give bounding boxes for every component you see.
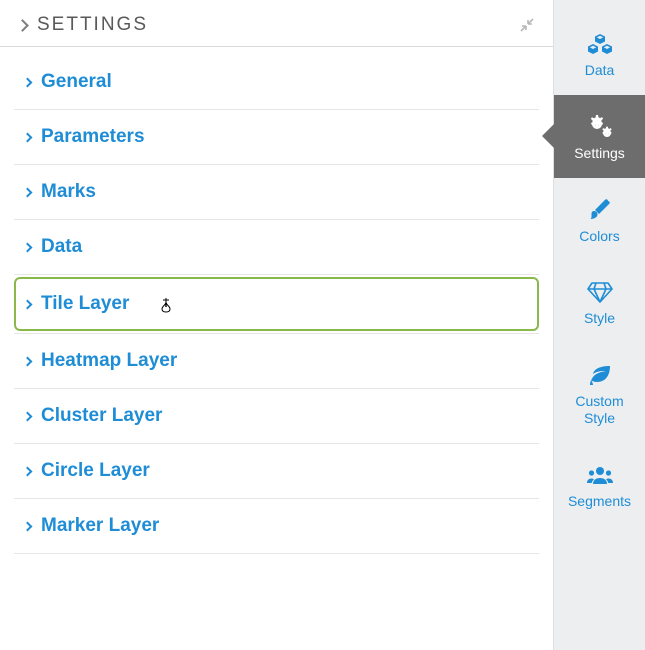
section-row: Cluster Layer <box>14 389 539 444</box>
tab-custom-style[interactable]: Custom Style <box>554 343 645 443</box>
section-label: Marks <box>41 181 96 203</box>
chevron-right-icon <box>23 132 33 142</box>
chevron-right-icon <box>23 466 33 476</box>
settings-panel: SETTINGS General Parameters Marks Data Tile … <box>0 0 553 650</box>
section-label: Marker Layer <box>41 515 159 537</box>
section-heatmap-layer[interactable]: Heatmap Layer <box>14 334 539 388</box>
section-circle-layer[interactable]: Circle Layer <box>14 444 539 498</box>
chevron-right-icon <box>16 19 29 32</box>
section-cluster-layer[interactable]: Cluster Layer <box>14 389 539 443</box>
section-list: General Parameters Marks Data Tile Layer Heat… <box>0 47 553 554</box>
tab-segments[interactable]: Segments <box>554 443 645 526</box>
chevron-right-icon <box>23 77 33 87</box>
section-row: Marker Layer <box>14 499 539 554</box>
section-row: Data <box>14 220 539 275</box>
section-label: Cluster Layer <box>41 405 162 427</box>
brush-icon <box>587 198 613 222</box>
section-row: Circle Layer <box>14 444 539 499</box>
section-general[interactable]: General <box>14 55 539 109</box>
section-row: Heatmap Layer <box>14 334 539 389</box>
tab-settings[interactable]: Settings <box>554 95 645 178</box>
settings-title: SETTINGS <box>37 14 148 36</box>
leaf-icon <box>587 363 613 387</box>
section-label: Tile Layer <box>41 293 129 315</box>
section-data[interactable]: Data <box>14 220 539 274</box>
chevron-right-icon <box>23 299 33 309</box>
section-label: General <box>41 71 112 93</box>
tab-label: Style <box>584 310 615 327</box>
chevron-right-icon <box>23 187 33 197</box>
section-row: General <box>14 55 539 110</box>
section-row: Tile Layer <box>14 277 539 334</box>
section-label: Parameters <box>41 126 145 148</box>
section-tile-layer[interactable]: Tile Layer <box>14 277 539 331</box>
section-label: Circle Layer <box>41 460 150 482</box>
gears-icon <box>587 115 613 139</box>
pointer-cursor-icon <box>160 297 178 317</box>
tab-colors[interactable]: Colors <box>554 178 645 261</box>
tab-label: Custom Style <box>558 393 641 427</box>
tab-label: Colors <box>579 228 619 245</box>
settings-header[interactable]: SETTINGS <box>0 0 553 47</box>
tab-label: Data <box>585 62 615 79</box>
section-row: Parameters <box>14 110 539 165</box>
side-tabs: Data Settings Colors Style Custom Style Segme… <box>553 0 645 650</box>
chevron-right-icon <box>23 521 33 531</box>
tab-data[interactable]: Data <box>554 0 645 95</box>
tab-label: Settings <box>574 145 625 162</box>
diamond-icon <box>587 280 613 304</box>
cubes-icon <box>587 32 613 56</box>
chevron-right-icon <box>23 411 33 421</box>
section-parameters[interactable]: Parameters <box>14 110 539 164</box>
section-marks[interactable]: Marks <box>14 165 539 219</box>
tab-label: Segments <box>568 493 631 510</box>
section-label: Heatmap Layer <box>41 350 177 372</box>
chevron-right-icon <box>23 356 33 366</box>
users-icon <box>587 463 613 487</box>
section-label: Data <box>41 236 82 258</box>
section-marker-layer[interactable]: Marker Layer <box>14 499 539 553</box>
chevron-right-icon <box>23 242 33 252</box>
section-row: Marks <box>14 165 539 220</box>
tab-style[interactable]: Style <box>554 260 645 343</box>
collapse-icon[interactable] <box>519 17 535 33</box>
